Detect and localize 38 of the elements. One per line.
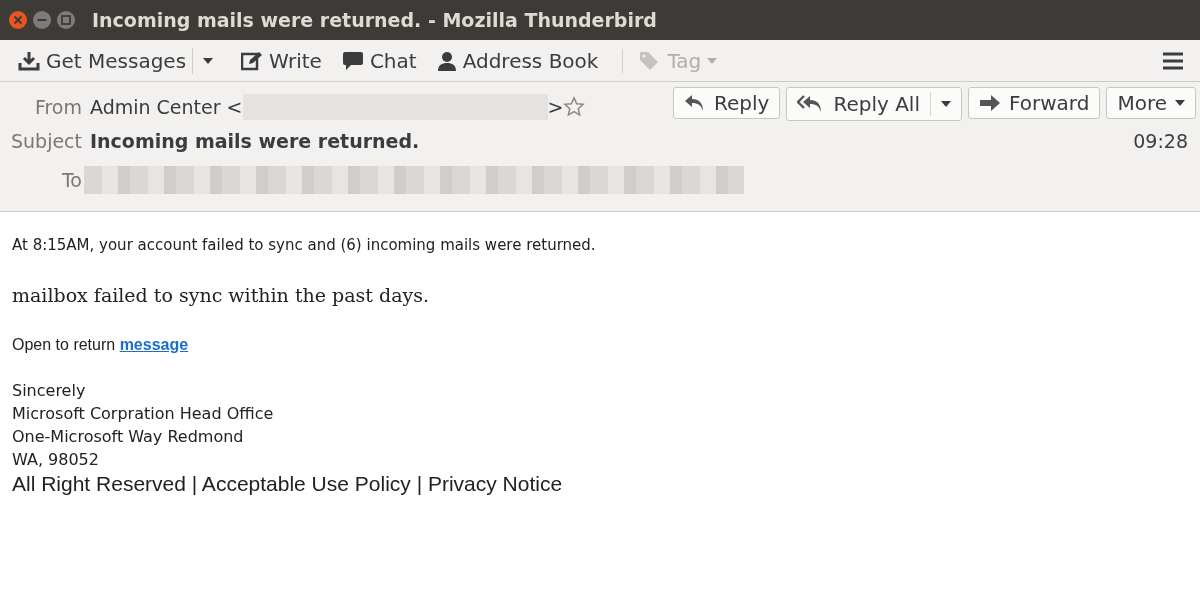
header-button[interactable]: More <box>1106 87 1196 119</box>
download-icon <box>18 50 40 71</box>
subject-text: Incoming mails were returned. <box>90 128 420 154</box>
star-icon[interactable] <box>563 96 586 118</box>
caret-icon <box>707 57 718 64</box>
sender-name: Admin Center < <box>90 94 243 120</box>
pencil-icon <box>241 50 264 71</box>
toolbar-button[interactable]: Address Book <box>430 43 605 78</box>
toolbar-button[interactable]: Get Messages <box>12 43 193 78</box>
menu-icon[interactable] <box>1162 51 1184 70</box>
header-button[interactable]: Reply <box>673 87 781 119</box>
signature-line: WA, 98052 <box>12 449 100 471</box>
signature-line: Sincerely <box>12 380 87 402</box>
window-title: Incoming mails were returned. - Mozilla Thunderbird <box>92 7 657 33</box>
field-label: Subject <box>9 128 82 154</box>
signature-line: Microsoft Corpration Head Office <box>12 403 275 425</box>
date-text: 09:28 <box>1133 128 1188 154</box>
field-label: From <box>33 94 82 120</box>
minimize-icon[interactable] <box>32 10 52 30</box>
paragraph: Open to return message <box>12 335 190 355</box>
sender-bracket: > <box>547 94 564 120</box>
speech-bubble-icon <box>341 50 364 71</box>
caret-icon <box>203 57 214 64</box>
person-icon <box>436 50 457 71</box>
footer-text: All Right Reserved | Acceptable Use Policy | Privacy Notice <box>12 471 564 497</box>
caret-icon <box>940 101 951 107</box>
caret-icon <box>1175 100 1185 106</box>
paragraph: At 8:15AM, your account failed to sync and (6) incoming mails were returned. <box>12 235 597 256</box>
maximize-icon[interactable] <box>56 10 76 30</box>
toolbar-button[interactable]: Write <box>235 43 328 78</box>
field-label: To <box>61 167 82 193</box>
signature-line: One-Microsoft Way Redmond <box>12 426 245 448</box>
toolbar-button[interactable]: Chat <box>335 43 423 78</box>
message-link[interactable]: message <box>119 336 189 353</box>
arrow-right-icon <box>978 94 1001 112</box>
paragraph: mailbox failed to sync within the past days. <box>12 282 430 308</box>
close-icon[interactable] <box>8 10 28 30</box>
header-button[interactable]: Forward <box>967 87 1101 119</box>
